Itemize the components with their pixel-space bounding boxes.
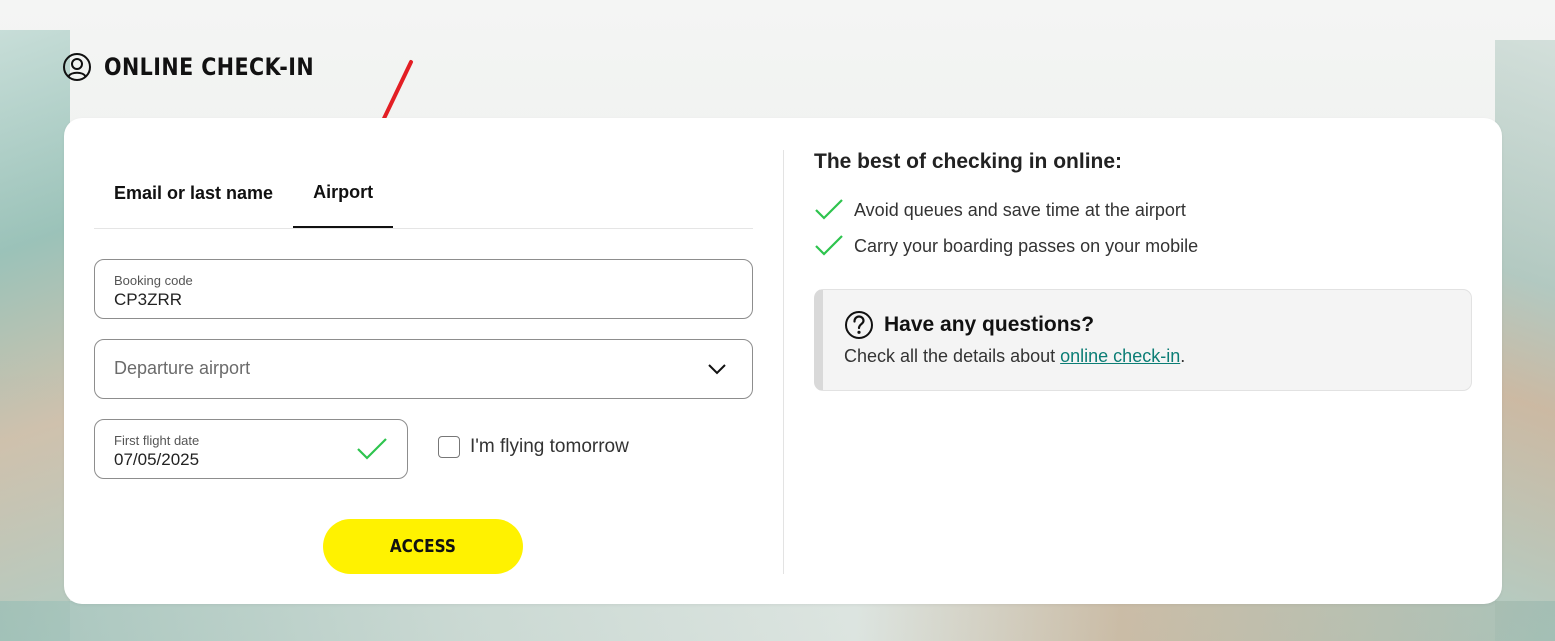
access-button[interactable]: ACCESS (323, 519, 523, 574)
benefit-text: Avoid queues and save time at the airpor… (854, 199, 1186, 220)
question-circle-icon (845, 311, 873, 339)
benefit-item: Carry your boarding passes on your mobil… (814, 234, 1198, 258)
check-in-card: Email or last name Airport Booking code … (64, 118, 1502, 604)
background-scenery-right (1495, 40, 1555, 641)
benefits-panel: The best of checking in online: Avoid qu… (814, 118, 1474, 604)
first-flight-date-label: First flight date (114, 433, 200, 448)
background-scenery-left (0, 30, 70, 641)
faq-title: Have any questions? (884, 313, 1095, 336)
flying-tomorrow-checkbox[interactable] (438, 436, 460, 458)
tab-airport[interactable]: Airport (293, 158, 394, 228)
faq-header: Have any questions? (844, 310, 1094, 340)
booking-code-value[interactable]: CP3ZRR (114, 290, 182, 310)
faq-box: Have any questions? Check all the detail… (814, 289, 1472, 391)
booking-code-field[interactable]: Booking code CP3ZRR (94, 259, 753, 319)
benefit-item: Avoid queues and save time at the airpor… (814, 198, 1186, 222)
benefit-text: Carry your boarding passes on your mobil… (854, 235, 1199, 256)
check-in-tabs: Email or last name Airport (94, 158, 753, 229)
check-icon (815, 235, 843, 256)
check-in-form: Email or last name Airport Booking code … (94, 118, 753, 604)
user-circle-icon (62, 52, 92, 82)
background-scenery-bottom (0, 601, 1555, 641)
benefits-title: The best of checking in online: (814, 150, 1123, 173)
page-header: ONLINE CHECK-IN (62, 52, 348, 82)
booking-code-label: Booking code (114, 273, 193, 288)
column-divider (783, 150, 784, 574)
first-flight-date-field[interactable]: First flight date 07/05/2025 (94, 419, 408, 479)
departure-airport-placeholder: Departure airport (114, 358, 251, 378)
check-icon (815, 199, 843, 220)
departure-airport-select[interactable]: Departure airport (94, 339, 753, 399)
tab-email-or-last-name[interactable]: Email or last name (94, 158, 293, 228)
check-valid-icon (357, 438, 387, 460)
page-title: ONLINE CHECK-IN (104, 53, 315, 81)
first-flight-date-value[interactable]: 07/05/2025 (114, 450, 199, 470)
online-check-in-link[interactable]: online check-in (1060, 346, 1180, 366)
flying-tomorrow-option[interactable]: I'm flying tomorrow (438, 436, 629, 458)
faq-text-suffix: . (1180, 346, 1186, 366)
faq-text-prefix: Check all the details about (844, 346, 1061, 366)
chevron-down-icon[interactable] (707, 362, 727, 376)
access-button-label: ACCESS (389, 536, 457, 557)
flying-tomorrow-label[interactable]: I'm flying tomorrow (470, 436, 629, 458)
faq-text: Check all the details about online check… (844, 346, 1185, 367)
